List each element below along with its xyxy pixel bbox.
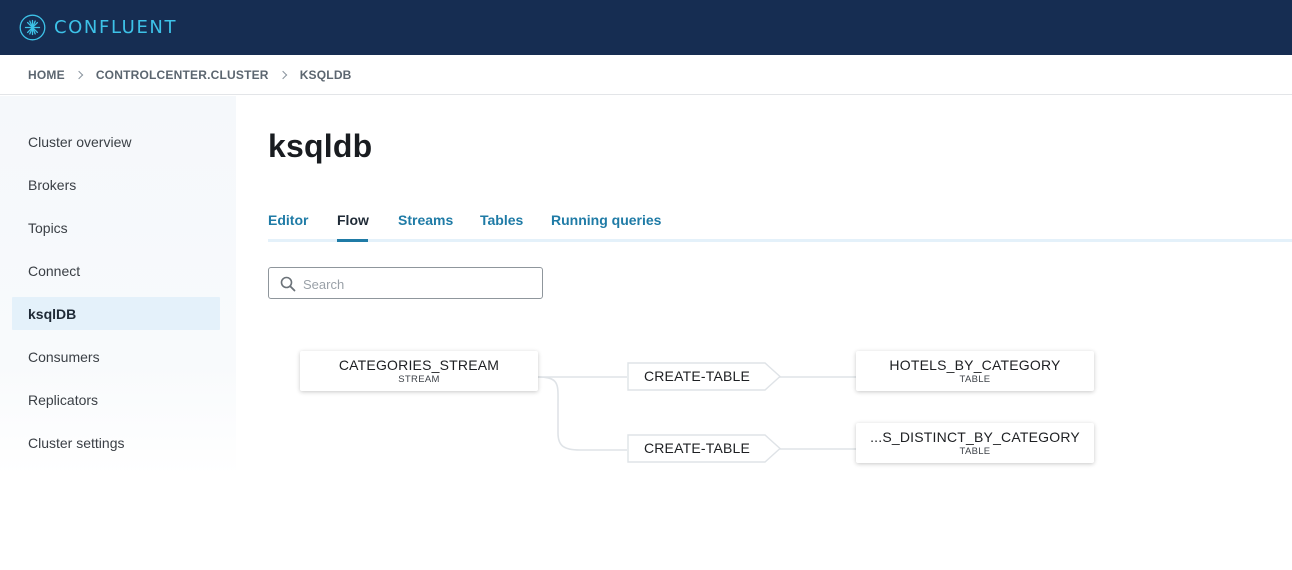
breadcrumb-home[interactable]: HOME <box>28 68 65 82</box>
search-input[interactable] <box>303 273 533 295</box>
tab-flow[interactable]: Flow <box>337 212 369 228</box>
sidebar-item-topics[interactable]: Topics <box>12 211 220 244</box>
sidebar-item-cluster-settings[interactable]: Cluster settings <box>12 426 220 459</box>
brand-logo[interactable]: CONFLUENT <box>19 14 177 41</box>
sidebar-item-brokers[interactable]: Brokers <box>12 168 220 201</box>
flow-operation-2[interactable]: CREATE-TABLE <box>627 434 783 463</box>
confluent-logo-icon <box>19 14 46 41</box>
node-name: ...S_DISTINCT_BY_CATEGORY <box>870 429 1080 445</box>
active-tab-indicator <box>337 239 368 242</box>
sidebar-item-replicators[interactable]: Replicators <box>12 383 220 416</box>
operation-label: CREATE-TABLE <box>643 440 751 456</box>
sidebar-item-connect[interactable]: Connect <box>12 254 220 287</box>
tab-running-queries[interactable]: Running queries <box>551 212 661 228</box>
flow-node-target-2[interactable]: ...S_DISTINCT_BY_CATEGORY TABLE <box>856 423 1094 463</box>
node-name: HOTELS_BY_CATEGORY <box>889 357 1061 373</box>
flow-node-source[interactable]: CATEGORIES_STREAM STREAM <box>300 351 538 391</box>
node-type: STREAM <box>398 374 440 385</box>
flow-node-target-1[interactable]: HOTELS_BY_CATEGORY TABLE <box>856 351 1094 391</box>
page-title: ksqldb <box>268 128 373 164</box>
tab-bar: Editor Flow Streams Tables Running queri… <box>268 206 1292 242</box>
sidebar: Cluster overview Brokers Topics Connect … <box>0 96 236 476</box>
brand-name: CONFLUENT <box>54 17 178 38</box>
search-box[interactable] <box>268 267 543 299</box>
chevron-right-icon <box>74 70 84 79</box>
breadcrumb-cluster[interactable]: CONTROLCENTER.CLUSTER <box>96 68 269 82</box>
search-icon <box>280 276 296 292</box>
node-name: CATEGORIES_STREAM <box>338 357 500 373</box>
tab-bar-divider <box>268 239 1292 242</box>
flow-graph: CATEGORIES_STREAM STREAM CREATE-TABLE CR… <box>268 330 1148 490</box>
sidebar-item-consumers[interactable]: Consumers <box>12 340 220 373</box>
chevron-right-icon <box>278 70 287 79</box>
node-type: TABLE <box>959 374 991 385</box>
sidebar-item-ksqldb[interactable]: ksqlDB <box>12 297 220 330</box>
node-type: TABLE <box>959 446 991 457</box>
tab-editor[interactable]: Editor <box>268 212 308 228</box>
tab-tables[interactable]: Tables <box>480 212 523 228</box>
flow-operation-1[interactable]: CREATE-TABLE <box>627 362 783 391</box>
edge-source-to-op2 <box>537 376 627 451</box>
operation-label: CREATE-TABLE <box>643 368 751 384</box>
tab-streams[interactable]: Streams <box>398 212 453 228</box>
top-bar: CONFLUENT <box>0 0 1292 55</box>
breadcrumb: HOME CONTROLCENTER.CLUSTER KSQLDB <box>0 55 1292 95</box>
breadcrumb-ksqldb[interactable]: KSQLDB <box>300 68 352 82</box>
sidebar-item-cluster-overview[interactable]: Cluster overview <box>12 125 220 158</box>
